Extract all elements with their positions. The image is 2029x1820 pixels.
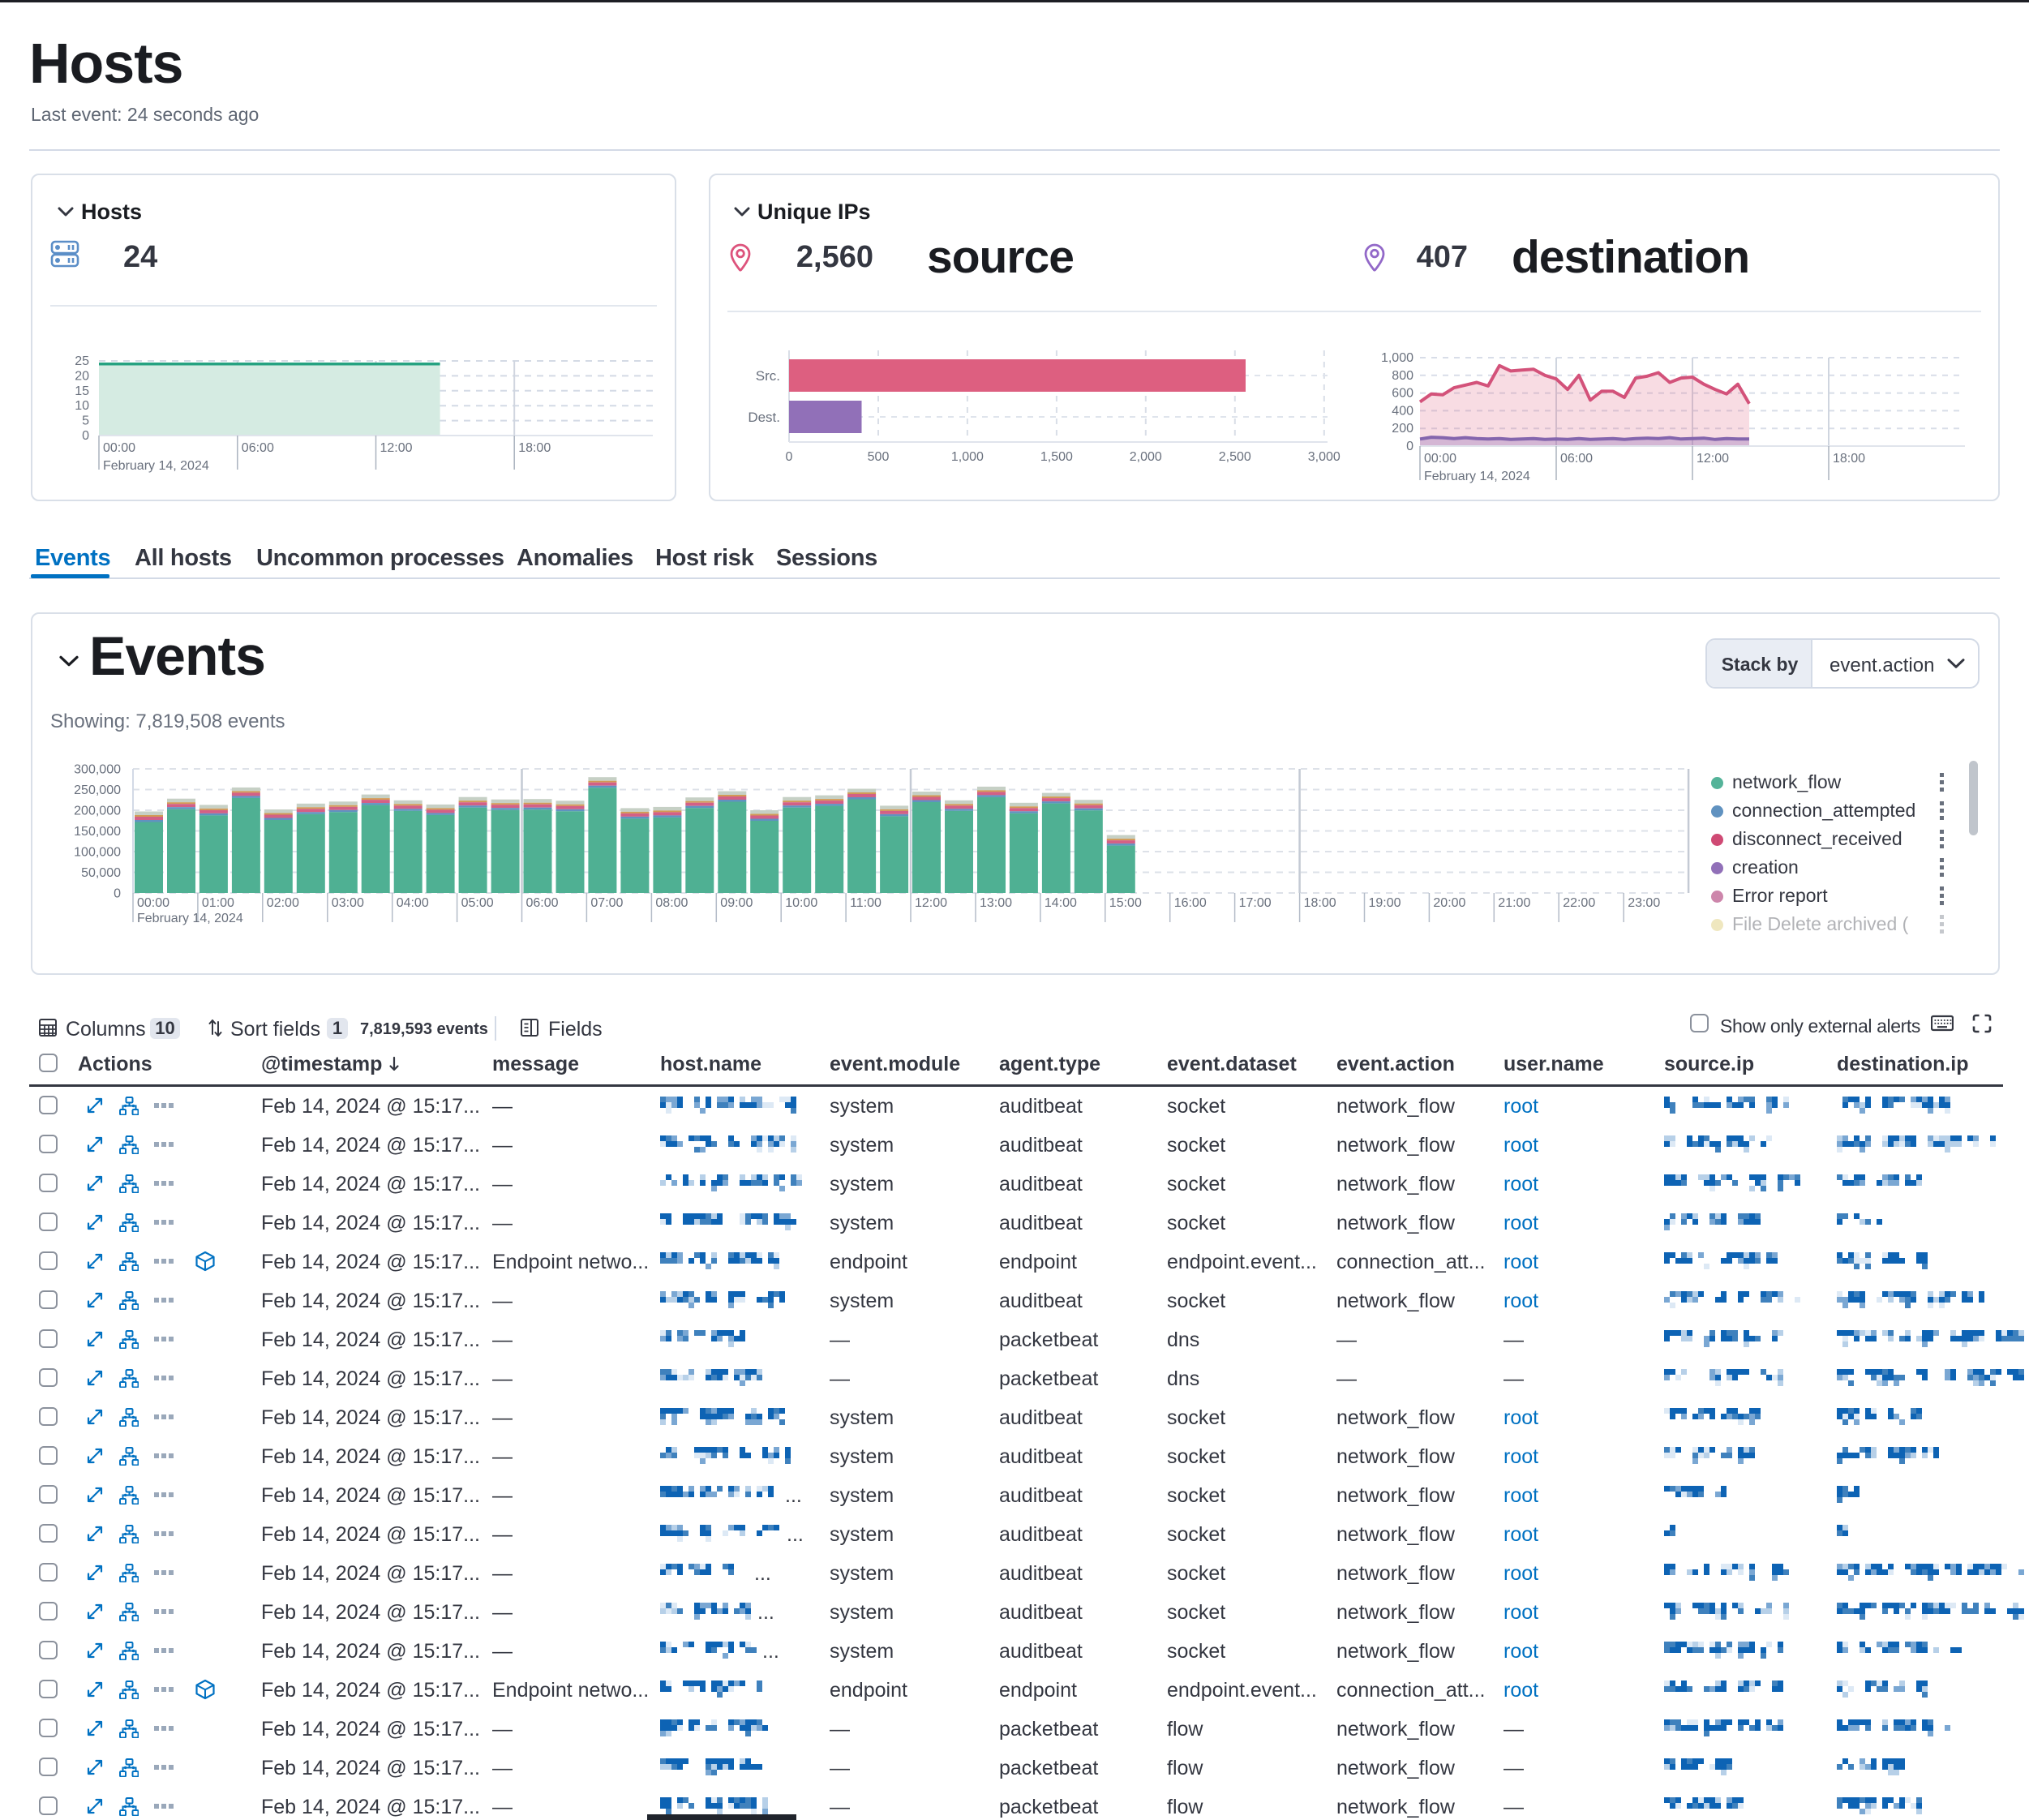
svg-text:0: 0 <box>114 887 121 901</box>
svg-text:Src.: Src. <box>756 368 780 384</box>
svg-text:250,000: 250,000 <box>74 783 121 797</box>
svg-text:21:00: 21:00 <box>1498 896 1530 910</box>
svg-text:00:00: 00:00 <box>1424 452 1456 466</box>
svg-text:200: 200 <box>1392 422 1413 436</box>
svg-text:Dest.: Dest. <box>748 410 780 425</box>
svg-text:2,000: 2,000 <box>1130 450 1162 464</box>
svg-text:13:00: 13:00 <box>980 896 1012 910</box>
svg-text:07:00: 07:00 <box>590 896 623 910</box>
svg-text:14:00: 14:00 <box>1045 896 1077 910</box>
svg-text:22:00: 22:00 <box>1563 896 1595 910</box>
svg-text:11:00: 11:00 <box>850 896 882 910</box>
svg-text:20: 20 <box>75 369 89 383</box>
svg-text:18:00: 18:00 <box>1833 452 1865 466</box>
svg-text:06:00: 06:00 <box>1560 452 1593 466</box>
svg-text:23:00: 23:00 <box>1628 896 1660 910</box>
svg-text:February 14, 2024: February 14, 2024 <box>137 912 243 925</box>
svg-text:06:00: 06:00 <box>526 896 559 910</box>
svg-text:1,000: 1,000 <box>951 450 984 464</box>
svg-text:00:00: 00:00 <box>137 896 169 910</box>
svg-text:50,000: 50,000 <box>81 866 121 880</box>
svg-text:5: 5 <box>82 414 89 428</box>
svg-text:17:00: 17:00 <box>1239 896 1272 910</box>
svg-text:800: 800 <box>1392 369 1413 383</box>
svg-text:600: 600 <box>1392 387 1413 401</box>
svg-text:10: 10 <box>75 399 89 413</box>
svg-text:0: 0 <box>786 450 793 464</box>
svg-text:400: 400 <box>1392 404 1413 418</box>
svg-text:00:00: 00:00 <box>103 441 135 455</box>
svg-text:18:00: 18:00 <box>1304 896 1336 910</box>
svg-text:100,000: 100,000 <box>74 846 121 860</box>
svg-text:0: 0 <box>1406 440 1413 453</box>
svg-text:15: 15 <box>75 384 89 398</box>
svg-text:05:00: 05:00 <box>461 896 494 910</box>
svg-text:1,000: 1,000 <box>1381 351 1413 365</box>
svg-text:09:00: 09:00 <box>720 896 753 910</box>
svg-text:1,500: 1,500 <box>1040 450 1073 464</box>
svg-text:01:00: 01:00 <box>202 896 234 910</box>
svg-text:February 14, 2024: February 14, 2024 <box>103 459 209 473</box>
svg-text:2,500: 2,500 <box>1219 450 1251 464</box>
svg-text:25: 25 <box>75 354 89 368</box>
svg-text:February 14, 2024: February 14, 2024 <box>1424 470 1530 483</box>
svg-text:150,000: 150,000 <box>74 825 121 839</box>
svg-text:500: 500 <box>868 450 890 464</box>
svg-text:300,000: 300,000 <box>74 763 121 777</box>
svg-text:12:00: 12:00 <box>915 896 947 910</box>
svg-text:03:00: 03:00 <box>332 896 364 910</box>
svg-text:08:00: 08:00 <box>655 896 688 910</box>
svg-text:12:00: 12:00 <box>1697 452 1729 466</box>
svg-text:18:00: 18:00 <box>518 441 551 455</box>
svg-text:10:00: 10:00 <box>785 896 817 910</box>
svg-text:200,000: 200,000 <box>74 805 121 818</box>
svg-text:04:00: 04:00 <box>397 896 429 910</box>
svg-text:06:00: 06:00 <box>242 441 274 455</box>
svg-text:19:00: 19:00 <box>1369 896 1401 910</box>
svg-text:02:00: 02:00 <box>267 896 299 910</box>
svg-text:0: 0 <box>82 429 89 443</box>
svg-text:15:00: 15:00 <box>1109 896 1142 910</box>
svg-text:16:00: 16:00 <box>1174 896 1207 910</box>
svg-text:20:00: 20:00 <box>1433 896 1465 910</box>
svg-text:12:00: 12:00 <box>380 441 413 455</box>
